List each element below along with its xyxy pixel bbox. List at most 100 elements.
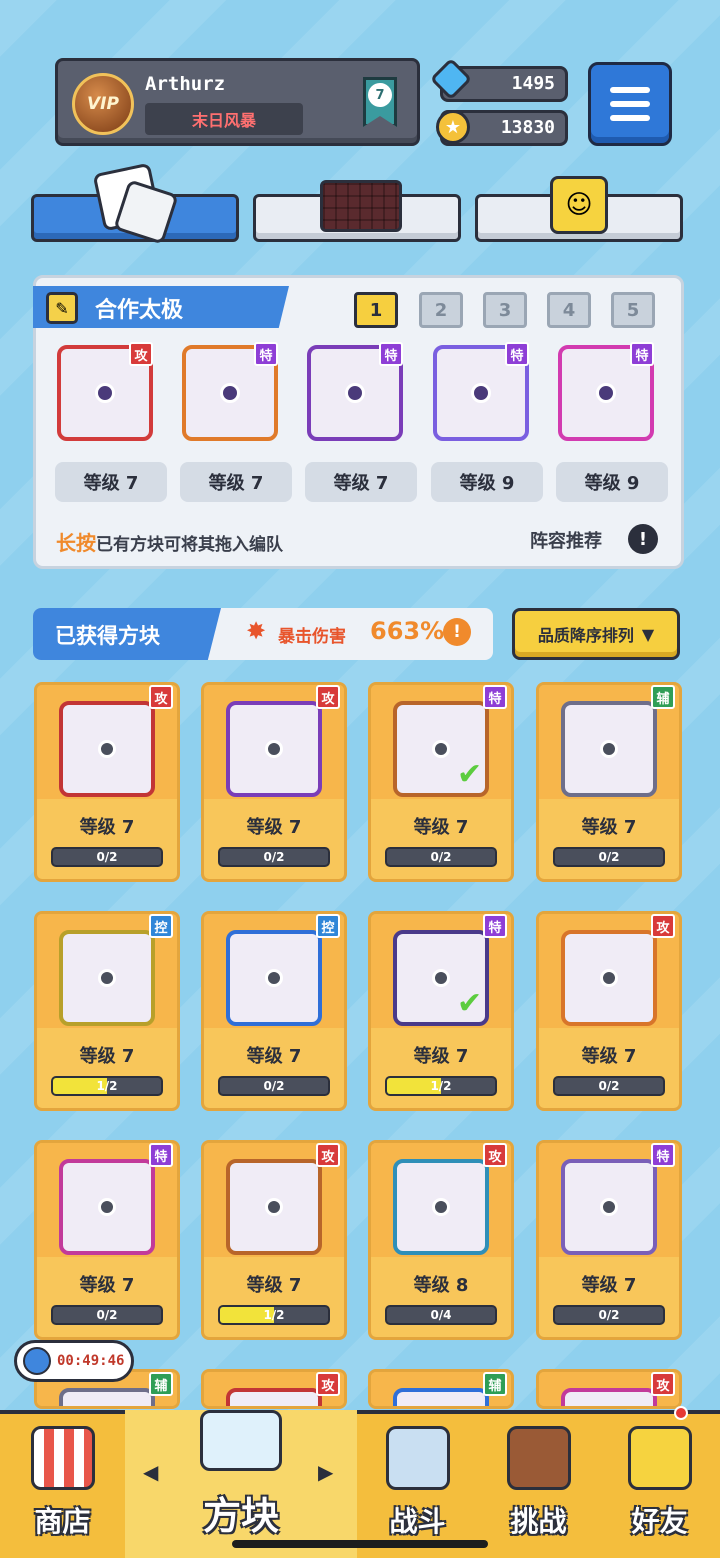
block-type-tag: 攻	[316, 1143, 340, 1167]
block-card[interactable]: 攻	[536, 1369, 682, 1409]
edit-pencil-icon[interactable]: ✎	[46, 292, 78, 324]
upgrade-progress-bar: 0/2	[553, 1076, 665, 1096]
menu-icon-bar	[610, 101, 650, 107]
progress-text: 0/2	[263, 1079, 285, 1093]
block-type-tag: 辅	[651, 685, 675, 709]
board-icon	[320, 180, 402, 232]
block-card[interactable]: 控等级 7 1/2	[34, 911, 180, 1111]
block-card[interactable]: 辅等级 7 0/2	[536, 682, 682, 882]
block-tile	[59, 701, 155, 797]
upgrade-progress-bar: 0/4	[385, 1305, 497, 1325]
coin-icon: ★	[436, 110, 470, 144]
recommend-lineup-label[interactable]: 阵容推荐	[530, 527, 602, 553]
hint-text: 已有方块可将其拖入编队	[96, 535, 283, 555]
block-tile	[561, 1159, 657, 1255]
block-core-icon	[98, 1198, 116, 1216]
block-type-tag: 特	[651, 1143, 675, 1167]
sort-button[interactable]: 品质降序排列 ▼	[512, 608, 680, 660]
block-type-tag: 特	[379, 342, 403, 366]
progress-text: 0/2	[430, 850, 452, 864]
team-slot-4[interactable]: 4	[547, 292, 591, 328]
nav-friends[interactable]: 好友	[599, 1410, 720, 1558]
block-card[interactable]: 特 ✔ 等级 7 0/2	[368, 682, 514, 882]
block-level: 等级 7	[79, 817, 135, 838]
team-slot-5[interactable]: 5	[611, 292, 655, 328]
block-level: 等级 7	[79, 1275, 135, 1296]
block-core-icon	[600, 1198, 618, 1216]
team-name[interactable]: 合作太极	[95, 292, 183, 324]
block-card[interactable]: 攻等级 8 0/4	[368, 1140, 514, 1340]
progress-text: 1/2	[96, 1079, 118, 1093]
block-card[interactable]: 特等级 7 0/2	[536, 1140, 682, 1340]
home-indicator[interactable]	[232, 1540, 488, 1548]
team-slot-1[interactable]: 1	[354, 292, 398, 328]
nav-blocks[interactable]: 方块	[125, 1410, 357, 1558]
event-timer[interactable]: 00:49:46	[14, 1340, 134, 1382]
progress-text: 0/2	[96, 850, 118, 864]
block-card[interactable]: 攻等级 7 0/2	[536, 911, 682, 1111]
gem-count: 1495	[511, 73, 555, 94]
team-slot-3[interactable]: 3	[483, 292, 527, 328]
in-team-check-icon: ✔	[457, 986, 483, 1021]
friends-notification-dot	[674, 1406, 688, 1420]
block-card[interactable]: 特等级 7 0/2	[34, 1140, 180, 1340]
block-tile	[226, 1159, 322, 1255]
block-tile	[226, 701, 322, 797]
block-tile	[561, 1388, 657, 1406]
block-type-tag: 特	[483, 685, 507, 709]
block-card[interactable]: 攻等级 7 1/2	[201, 1140, 347, 1340]
nav-battle[interactable]: 战斗	[357, 1410, 478, 1558]
profile-panel[interactable]: VIP Arthurz 末日风暴 7	[55, 58, 420, 146]
block-card[interactable]: 控等级 7 0/2	[201, 911, 347, 1111]
block-card[interactable]: 攻等级 7 0/2	[201, 682, 347, 882]
upgrade-progress-bar: 0/2	[553, 847, 665, 867]
progress-text: 0/2	[263, 850, 285, 864]
block-tile	[59, 1388, 155, 1406]
progress-text: 0/2	[598, 1079, 620, 1093]
recommend-info-icon[interactable]: !	[628, 524, 658, 554]
upgrade-progress-bar: 0/2	[218, 1076, 330, 1096]
block-tile	[59, 1159, 155, 1255]
menu-icon-bar	[610, 115, 650, 121]
progress-text: 0/2	[598, 1308, 620, 1322]
vip-badge[interactable]: VIP	[72, 73, 134, 135]
team-member-level: 等级 9	[556, 462, 668, 502]
block-tile	[226, 930, 322, 1026]
block-card[interactable]: 攻	[201, 1369, 347, 1409]
nav-right-arrow-icon[interactable]: ▶	[318, 1460, 333, 1484]
block-core-icon	[596, 383, 616, 403]
coin-count: 13830	[500, 117, 555, 138]
block-core-icon	[265, 969, 283, 987]
menu-button[interactable]	[588, 62, 672, 146]
owned-title: 已获得方块	[55, 624, 160, 648]
crit-info-icon[interactable]: !	[443, 618, 471, 646]
team-slot-2[interactable]: 2	[419, 292, 463, 328]
block-level: 等级 7	[581, 817, 637, 838]
crit-damage-value: 663%	[370, 617, 445, 645]
crit-damage-label: 暴击伤害	[278, 627, 346, 647]
team-member-level: 等级 7	[305, 462, 417, 502]
upgrade-progress-bar: 1/2	[51, 1076, 163, 1096]
nav-left-arrow-icon[interactable]: ◀	[143, 1460, 158, 1484]
block-card[interactable]: 攻等级 7 0/2	[34, 682, 180, 882]
block-level: 等级 7	[413, 817, 469, 838]
block-core-icon	[265, 1198, 283, 1216]
block-card[interactable]: 特 ✔ 等级 7 1/2	[368, 911, 514, 1111]
progress-text: 1/2	[263, 1308, 285, 1322]
block-type-tag: 控	[149, 914, 173, 938]
progress-text: 0/2	[598, 850, 620, 864]
block-core-icon	[432, 740, 450, 758]
block-level: 等级 7	[246, 1275, 302, 1296]
block-card[interactable]: 辅	[368, 1369, 514, 1409]
progress-text: 0/2	[96, 1308, 118, 1322]
in-team-check-icon: ✔	[457, 757, 483, 792]
nav-shop[interactable]: 商店	[0, 1410, 125, 1558]
block-level: 等级 7	[246, 817, 302, 838]
block-tile	[561, 930, 657, 1026]
block-core-icon	[220, 383, 240, 403]
block-type-tag: 攻	[651, 1372, 675, 1396]
blocks-icon	[200, 1410, 282, 1471]
block-core-icon	[98, 740, 116, 758]
block-type-tag: 攻	[651, 914, 675, 938]
nav-challenge[interactable]: 挑战	[478, 1410, 599, 1558]
